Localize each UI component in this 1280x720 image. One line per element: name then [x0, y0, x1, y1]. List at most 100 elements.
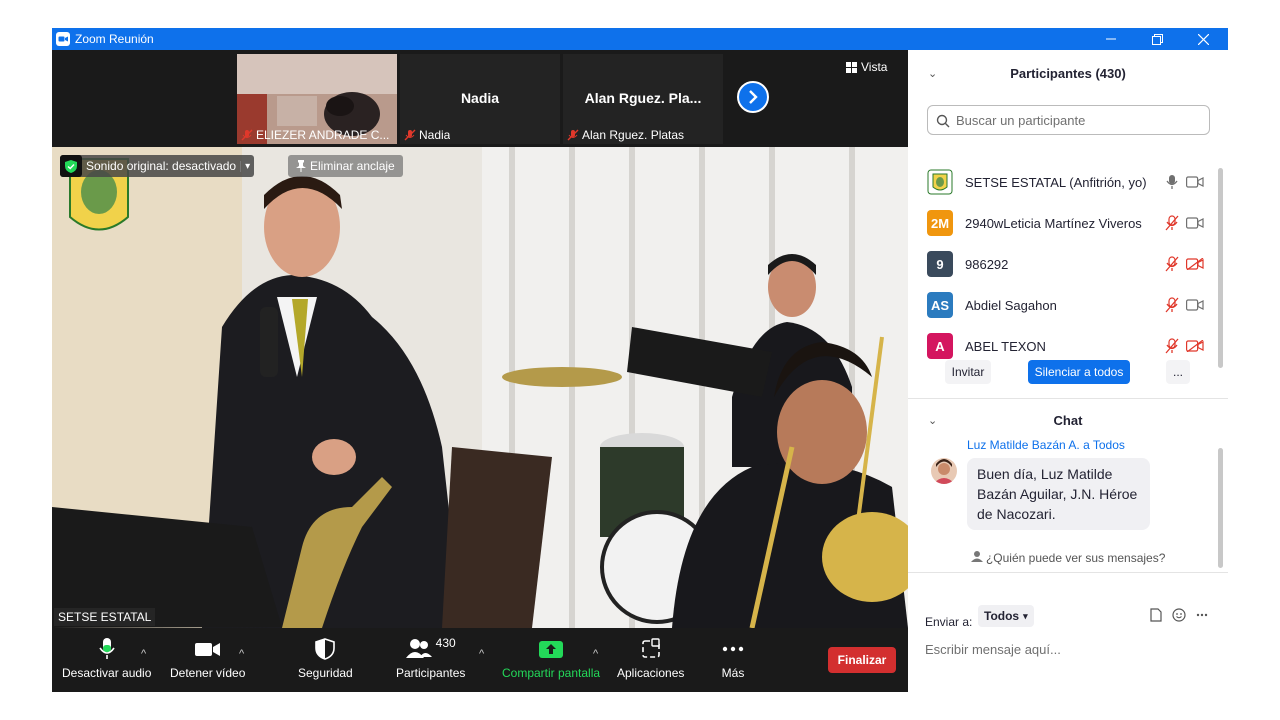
- avatar: 9: [927, 251, 953, 277]
- participant-search-input[interactable]: Buscar un participante: [927, 105, 1210, 135]
- invite-button[interactable]: Invitar: [945, 360, 991, 384]
- thumbnail-name: Alan Rguez. Platas: [567, 128, 684, 142]
- video-camera-icon[interactable]: [1186, 216, 1204, 234]
- video-options-chevron-icon[interactable]: ^: [239, 648, 244, 660]
- chevron-down-icon[interactable]: ▾: [240, 160, 250, 172]
- security-button[interactable]: Seguridad: [298, 638, 353, 680]
- participants-options-chevron-icon[interactable]: ^: [479, 648, 484, 660]
- encryption-shield-icon: [60, 155, 82, 177]
- thumbnail-nadia[interactable]: Nadia Nadia: [400, 54, 560, 144]
- more-button[interactable]: Más: [721, 638, 745, 680]
- next-page-button[interactable]: [737, 81, 769, 113]
- chat-header: ⌄ Chat: [908, 397, 1228, 437]
- video-off-icon[interactable]: [1186, 339, 1204, 357]
- close-icon: [1197, 33, 1209, 45]
- more-options-button[interactable]: ...: [1166, 360, 1190, 384]
- video-frame-image: [52, 147, 908, 628]
- end-meeting-button[interactable]: Finalizar: [828, 647, 896, 673]
- stop-video-button[interactable]: Detener vídeo: [170, 638, 245, 680]
- video-camera-icon[interactable]: [1186, 175, 1204, 193]
- chat-sender: Luz Matilde Bazán A. a Todos: [967, 438, 1125, 452]
- participants-icon: [405, 639, 432, 658]
- chevron-down-icon: ▾: [1023, 610, 1028, 621]
- participant-name: Abdiel Sagahon: [965, 298, 1057, 313]
- share-screen-button[interactable]: Compartir pantalla: [502, 638, 600, 680]
- chevron-right-icon: [749, 90, 758, 104]
- search-icon: [936, 114, 950, 128]
- unpin-button[interactable]: Eliminar anclaje: [288, 155, 403, 177]
- participants-header: ⌄ Participantes (430): [908, 50, 1228, 90]
- emoji-icon[interactable]: [1172, 608, 1186, 622]
- pin-icon: [296, 160, 306, 172]
- shield-icon: [315, 638, 336, 660]
- participant-name: ABEL TEXON: [965, 339, 1046, 354]
- thumbnail-eliezer[interactable]: ELIEZER ANDRADE C...: [237, 54, 397, 144]
- mic-muted-icon[interactable]: [1165, 338, 1179, 359]
- participant-name: 986292: [965, 257, 1009, 272]
- mute-button[interactable]: Desactivar audio: [62, 638, 151, 680]
- apps-button[interactable]: Aplicaciones: [617, 638, 684, 680]
- participant-name: 2940wLeticia Martínez Viveros: [965, 216, 1142, 231]
- window-title: Zoom Reunión: [75, 32, 154, 46]
- chat-message-input[interactable]: Escribir mensaje aquí...: [925, 642, 1061, 657]
- people-icon: [970, 551, 983, 562]
- more-dots-icon: [722, 646, 744, 652]
- more-dots-icon[interactable]: [1196, 613, 1208, 617]
- avatar: AS: [927, 292, 953, 318]
- avatar: 2M: [927, 210, 953, 236]
- video-camera-icon[interactable]: [1186, 298, 1204, 316]
- restore-button[interactable]: [1134, 28, 1180, 50]
- thumbnail-name: Nadia: [404, 128, 450, 142]
- who-can-see-link[interactable]: ¿Quién puede ver sus mensajes?: [908, 550, 1228, 565]
- title-bar: Zoom Reunión: [52, 28, 1228, 50]
- close-button[interactable]: [1180, 28, 1226, 50]
- share-options-chevron-icon[interactable]: ^: [593, 648, 598, 660]
- mic-muted-icon[interactable]: [1165, 256, 1179, 277]
- chat-divider: [908, 572, 1228, 573]
- chat-message: Buen día, Luz Matilde Bazán Aguilar, J.N…: [967, 458, 1150, 530]
- grid-icon: [846, 61, 857, 73]
- participant-list-scrollbar[interactable]: [1218, 168, 1223, 368]
- restore-icon: [1151, 33, 1163, 45]
- participant-row[interactable]: A ABEL TEXON: [908, 328, 1218, 362]
- mic-muted-icon[interactable]: [1165, 215, 1179, 236]
- zoom-window: Zoom Reunión ELIEZER ANDRADE C... Nadia …: [52, 28, 1228, 692]
- participant-row[interactable]: 2M 2940wLeticia Martínez Viveros: [908, 205, 1218, 239]
- side-panel: ⌄ Participantes (430) Buscar un particip…: [908, 50, 1228, 692]
- original-sound-toggle[interactable]: Sonido original: desactivado ▾: [60, 155, 255, 177]
- participant-row[interactable]: 9 986292: [908, 246, 1218, 280]
- avatar: [931, 458, 957, 484]
- participant-name: SETSE ESTATAL (Anfitrión, yo): [965, 175, 1147, 190]
- zoom-logo-icon: [56, 32, 70, 46]
- meeting-toolbar: Desactivar audio ^ Detener vídeo ^ Segur…: [52, 628, 908, 692]
- video-off-icon[interactable]: [1186, 257, 1204, 275]
- mute-all-button[interactable]: Silenciar a todos: [1028, 360, 1130, 384]
- mic-muted-icon: [241, 129, 253, 141]
- send-to-label: Enviar a:: [925, 615, 973, 629]
- video-camera-icon: [194, 643, 220, 656]
- speaker-name-tag: SETSE ESTATAL: [54, 608, 156, 626]
- thumbnail-strip: ELIEZER ANDRADE C... Nadia Nadia Alan Rg…: [52, 50, 908, 147]
- participants-button[interactable]: 430 Participantes: [396, 636, 465, 680]
- view-button[interactable]: Vista: [846, 60, 887, 74]
- file-icon[interactable]: [1150, 608, 1162, 622]
- participant-row[interactable]: AS Abdiel Sagahon: [908, 287, 1218, 321]
- thumbnail-alan[interactable]: Alan Rguez. Pla... Alan Rguez. Platas: [563, 54, 723, 144]
- avatar: [927, 169, 953, 195]
- participants-count: 430: [435, 636, 456, 650]
- video-area: ELIEZER ANDRADE C... Nadia Nadia Alan Rg…: [52, 50, 908, 692]
- chat-title: Chat: [1053, 413, 1083, 428]
- thumbnail-name: ELIEZER ANDRADE C...: [241, 128, 389, 142]
- mic-muted-icon: [404, 129, 416, 141]
- microphone-icon: [99, 638, 115, 659]
- participants-title: Participantes (430): [1010, 66, 1126, 81]
- main-video: Sonido original: desactivado ▾ Eliminar …: [52, 147, 908, 628]
- microphone-icon[interactable]: [1165, 174, 1179, 195]
- minimize-button[interactable]: [1088, 28, 1134, 50]
- participant-row[interactable]: SETSE ESTATAL (Anfitrión, yo): [908, 164, 1218, 198]
- send-to-select[interactable]: Todos ▾: [978, 605, 1034, 627]
- mic-muted-icon[interactable]: [1165, 297, 1179, 318]
- avatar: A: [927, 333, 953, 359]
- thumbnail-big-name: Alan Rguez. Pla...: [584, 90, 702, 106]
- audio-options-chevron-icon[interactable]: ^: [141, 648, 146, 660]
